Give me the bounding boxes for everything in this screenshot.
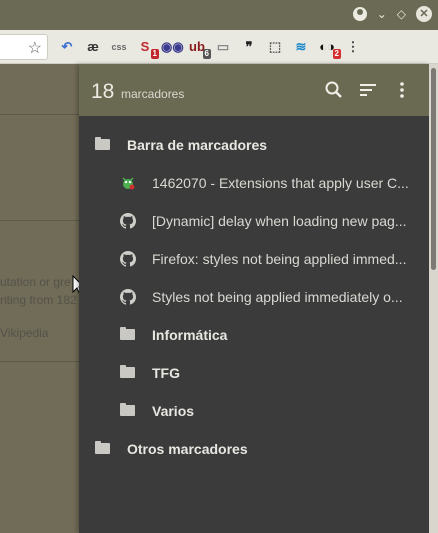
owl-icon[interactable]: ◉◉ bbox=[161, 36, 184, 58]
divider bbox=[0, 220, 80, 221]
owl-icon-glyph: ◉◉ bbox=[161, 39, 184, 54]
ae-icon-glyph: æ bbox=[87, 39, 99, 54]
ublock-icon[interactable]: ub 6 bbox=[187, 36, 211, 59]
undo-arrow-icon[interactable]: ↶ bbox=[57, 36, 77, 58]
folder-label: TFG bbox=[152, 365, 180, 381]
css-icon-glyph: css bbox=[111, 42, 127, 52]
panel-header: 18 marcadores bbox=[79, 64, 429, 116]
chevron-down-icon[interactable]: ⌄ bbox=[377, 6, 387, 22]
eyes-icon[interactable]: ◐◑ 2 bbox=[317, 36, 341, 59]
more-options-icon[interactable] bbox=[392, 80, 412, 100]
folder-label: Barra de marcadores bbox=[127, 137, 268, 153]
quote-icon-glyph: ❞ bbox=[245, 39, 253, 54]
bookmark-link[interactable]: Firefox: styles not being applied immed.… bbox=[79, 240, 429, 278]
s-red-icon[interactable]: S1 bbox=[135, 36, 159, 59]
browser-toolbar: ☆ ↶ æ css S 1 ◉◉ ub 6 ▭ ❞ ⬚ ≋ ◐◑ 2 ⋮ bbox=[0, 30, 438, 64]
folder-label: Otros marcadores bbox=[127, 441, 248, 457]
bookmark-link[interactable]: 1462070 - Extensions that apply user C..… bbox=[79, 164, 429, 202]
page-icon-glyph: ▭ bbox=[216, 39, 230, 54]
account-icon[interactable] bbox=[352, 7, 367, 21]
page-icon[interactable]: ▭ bbox=[213, 36, 233, 58]
extension-badge: 2 bbox=[332, 49, 341, 59]
divider bbox=[0, 361, 80, 362]
kebab-menu-icon[interactable]: ⋮ bbox=[343, 36, 363, 58]
extension-badge: 6 bbox=[202, 49, 211, 59]
page-snippet: Vikipedia bbox=[0, 326, 49, 340]
folder-icon bbox=[120, 327, 136, 345]
folder-label: Informática bbox=[152, 327, 228, 343]
folder-icon bbox=[120, 365, 136, 383]
close-window-button[interactable]: ✕ bbox=[416, 6, 432, 22]
folder-icon bbox=[95, 137, 111, 155]
bookmark-star-icon[interactable]: ☆ bbox=[28, 38, 42, 58]
folder-icon bbox=[95, 441, 111, 459]
scrollbar-thumb[interactable] bbox=[431, 68, 436, 270]
restore-icon[interactable]: ◇ bbox=[397, 6, 406, 22]
page-snippet: utation or gre bbox=[0, 275, 71, 289]
bookmark-folder[interactable]: Varios bbox=[79, 392, 429, 430]
extension-badge: 1 bbox=[150, 49, 159, 59]
address-bar[interactable]: ☆ bbox=[0, 34, 48, 60]
bookmark-title: [Dynamic] delay when loading new pag... bbox=[152, 213, 407, 229]
folder-label: Varios bbox=[152, 403, 195, 419]
bookmark-link[interactable]: Styles not being applied immediately o..… bbox=[79, 278, 429, 316]
extensions-bar: ↶ æ css S 1 ◉◉ ub 6 ▭ ❞ ⬚ ≋ ◐◑ 2 ⋮ bbox=[57, 36, 363, 59]
bookmark-count: 18 bbox=[91, 80, 115, 103]
bookmark-title: 1462070 - Extensions that apply user C..… bbox=[152, 175, 409, 191]
bookmark-outline-icon[interactable]: ⬚ bbox=[265, 36, 285, 58]
s-red-icon-glyph: S bbox=[140, 39, 150, 54]
undo-arrow-icon-glyph: ↶ bbox=[61, 39, 73, 54]
github-icon bbox=[120, 213, 136, 229]
bookmark-folder[interactable]: Otros marcadores bbox=[79, 430, 429, 468]
github-icon bbox=[120, 251, 136, 267]
github-icon bbox=[120, 289, 136, 305]
kebab-menu-icon-glyph: ⋮ bbox=[346, 39, 360, 54]
search-icon[interactable] bbox=[324, 80, 344, 100]
bookmark-count-label: marcadores bbox=[121, 87, 185, 101]
wave-icon-glyph: ≋ bbox=[295, 39, 307, 54]
quote-icon[interactable]: ❞ bbox=[239, 36, 259, 58]
divider bbox=[0, 114, 80, 115]
wave-icon[interactable]: ≋ bbox=[291, 36, 311, 58]
sort-icon[interactable] bbox=[358, 80, 378, 100]
page-snippet: riting from 182 bbox=[0, 293, 77, 307]
css-icon[interactable]: css bbox=[109, 36, 129, 58]
window-controls: ⌄ ◇ ✕ bbox=[352, 6, 432, 22]
bookmark-link[interactable]: [Dynamic] delay when loading new pag... bbox=[79, 202, 429, 240]
bookmarks-panel: 18 marcadores Barra de marcadores 1462070… bbox=[79, 64, 429, 533]
ae-icon[interactable]: æ bbox=[83, 36, 103, 58]
folder-icon bbox=[120, 403, 136, 421]
bookmark-title: Firefox: styles not being applied immed.… bbox=[152, 251, 407, 267]
bookmark-folder[interactable]: Informática bbox=[79, 316, 429, 354]
bookmark-outline-icon-glyph: ⬚ bbox=[268, 39, 282, 54]
bookmark-title: Styles not being applied immediately o..… bbox=[152, 289, 403, 305]
bookmark-folder[interactable]: TFG bbox=[79, 354, 429, 392]
bugzilla-icon bbox=[120, 175, 136, 191]
scrollbar[interactable] bbox=[429, 64, 438, 533]
title-bar: ⌄ ◇ ✕ bbox=[0, 0, 438, 30]
bookmark-folder[interactable]: Barra de marcadores bbox=[79, 126, 429, 164]
